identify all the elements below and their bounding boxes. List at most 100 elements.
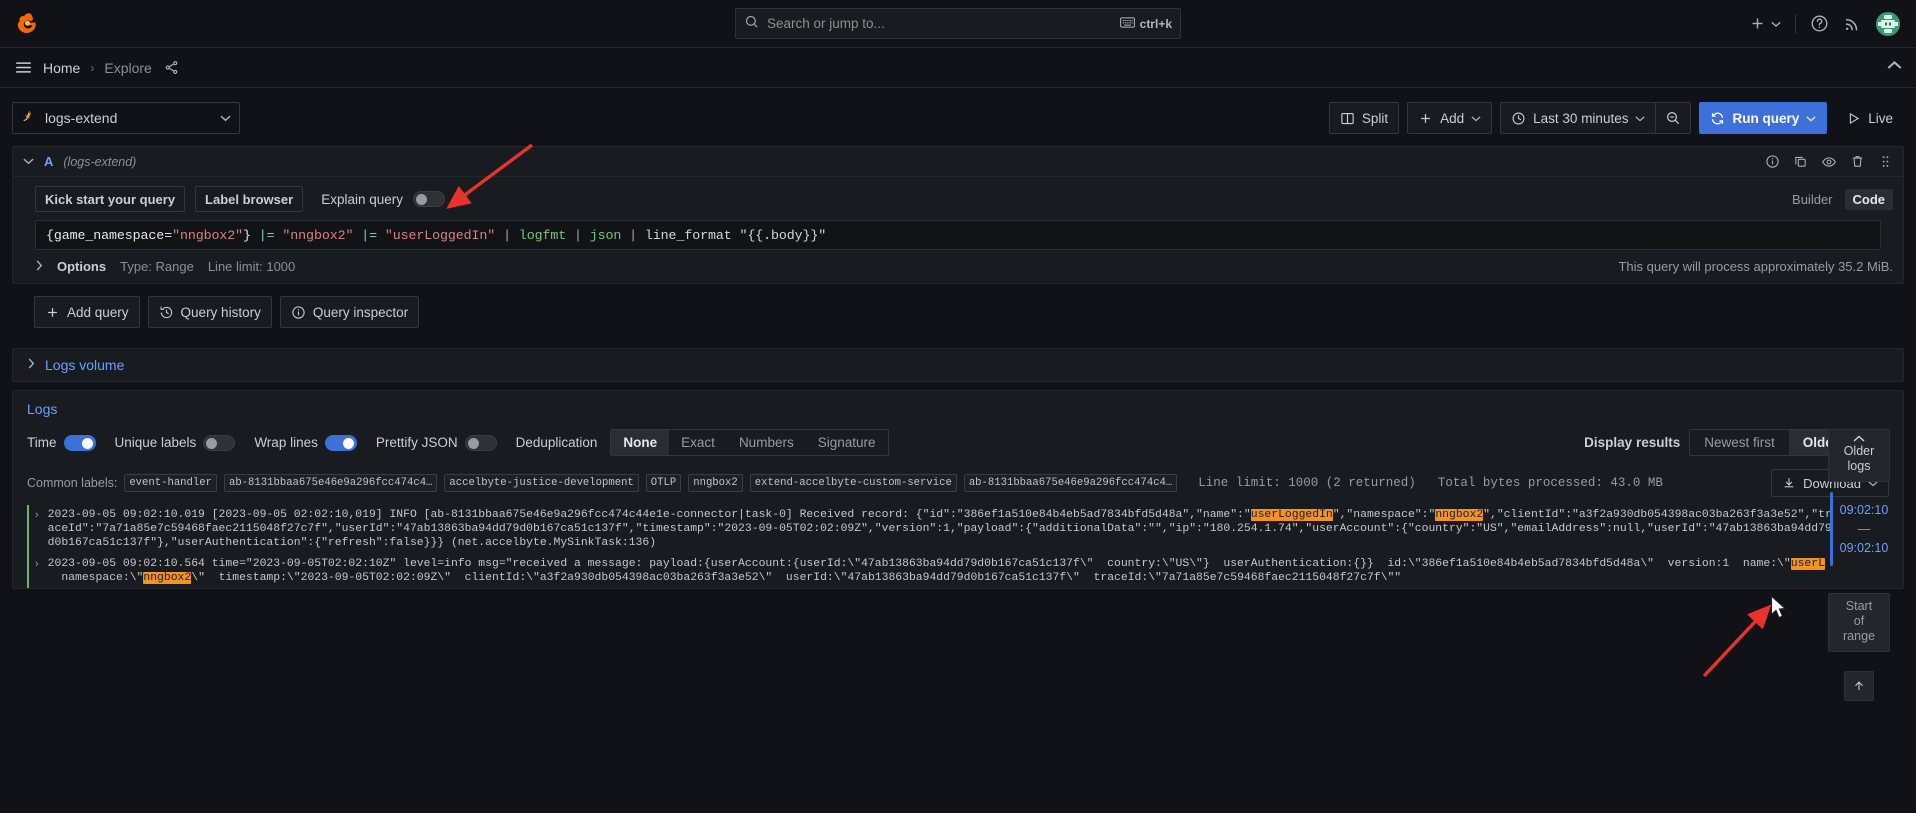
chevron-down-icon bbox=[1471, 115, 1481, 121]
logs-navigation-rail: Older logs 09:02:10 — 09:02:10 Start of ran… bbox=[1823, 429, 1895, 701]
options-label[interactable]: Options bbox=[57, 259, 106, 274]
mouse-cursor bbox=[1770, 595, 1787, 619]
unique-labels-toggle[interactable] bbox=[203, 434, 236, 451]
query-actions-row: Add query Query history Query inspector bbox=[12, 284, 1904, 342]
breadcrumb-item-home[interactable]: Home bbox=[43, 60, 80, 76]
add-label: Add bbox=[1440, 110, 1465, 126]
log-row-expand-chevron-right-icon[interactable]: › bbox=[29, 557, 42, 570]
grafana-logo-icon[interactable] bbox=[14, 9, 44, 39]
datasource-picker[interactable]: logs-extend bbox=[12, 102, 240, 134]
log-row[interactable]: › 2023-09-05 09:02:10.019 [2023-09-05 02:… bbox=[27, 505, 1893, 554]
query-expression-input[interactable]: {game_namespace="nngbox2"} |= "nngbox2" … bbox=[35, 220, 1881, 250]
range-start-time: 09:02:10 bbox=[1839, 502, 1889, 517]
prettify-json-toggle-group: Prettify JSON bbox=[376, 434, 497, 451]
log-text-segment: ","namespace":" bbox=[1332, 509, 1436, 521]
collapse-chevron-up-icon[interactable] bbox=[1887, 58, 1902, 78]
common-label-chip[interactable]: OTLP bbox=[645, 474, 682, 492]
logs-volume-chevron-right-icon[interactable] bbox=[27, 358, 35, 372]
common-label-chip[interactable]: event-handler bbox=[124, 474, 217, 492]
query-inspector-button[interactable]: Query inspector bbox=[279, 296, 420, 328]
rss-news-icon[interactable] bbox=[1843, 14, 1862, 33]
split-button[interactable]: Split bbox=[1328, 102, 1400, 134]
options-chevron-right-icon[interactable] bbox=[35, 259, 43, 274]
query-token: |= bbox=[250, 227, 283, 243]
time-toggle-label: Time bbox=[27, 435, 57, 450]
search-shortcut-hint: ctrl+k bbox=[1119, 16, 1172, 31]
kick-start-query-button[interactable]: Kick start your query bbox=[35, 186, 186, 212]
live-button[interactable]: Live bbox=[1835, 102, 1904, 134]
time-range-label: Last 30 minutes bbox=[1533, 110, 1629, 126]
info-circle-icon[interactable] bbox=[1765, 154, 1780, 169]
plus-icon bbox=[48, 307, 57, 317]
query-letter[interactable]: A bbox=[44, 154, 53, 169]
add-button[interactable]: Add bbox=[1407, 102, 1493, 134]
log-row[interactable]: › 2023-09-05 09:02:10.564 time="2023-09-0… bbox=[27, 553, 1893, 589]
logs-options-row: Time Unique labels Wrap lines Prettify J… bbox=[13, 421, 1903, 466]
common-label-chip[interactable]: ab-8131bbaa675e46e9a296fcc474c4… bbox=[223, 474, 438, 492]
user-avatar[interactable] bbox=[1876, 11, 1900, 36]
common-label-chip[interactable]: accelbyte-justice-development bbox=[444, 474, 639, 492]
query-tools-row: Kick start your query Label browser Expl… bbox=[13, 177, 1903, 220]
logs-volume-panel[interactable]: Logs volume bbox=[12, 348, 1904, 382]
deduplication-label: Deduplication bbox=[515, 435, 598, 450]
scroll-to-top-button[interactable] bbox=[1844, 671, 1874, 701]
add-query-label: Add query bbox=[67, 304, 129, 320]
query-token: "{{.body}}" bbox=[739, 227, 827, 243]
topbar-divider bbox=[1795, 13, 1796, 34]
label-browser-button[interactable]: Label browser bbox=[195, 186, 304, 212]
dedup-option-numbers[interactable]: Numbers bbox=[727, 430, 806, 455]
log-row-timestamp: 2023-09-05 09:02:10.019 bbox=[47, 509, 205, 521]
log-text-segment: namespace:\" bbox=[61, 571, 144, 584]
query-inspector-label: Query inspector bbox=[312, 304, 409, 320]
query-mode-switcher: Builder Code bbox=[1784, 188, 1893, 210]
log-row-expand-chevron-right-icon[interactable]: › bbox=[29, 508, 42, 521]
query-collapse-icon[interactable] bbox=[23, 156, 34, 168]
help-circle-icon[interactable] bbox=[1810, 14, 1829, 33]
run-query-button[interactable]: Run query bbox=[1699, 102, 1828, 134]
add-query-button[interactable]: Add query bbox=[34, 296, 140, 328]
time-range-picker[interactable]: Last 30 minutes bbox=[1500, 102, 1657, 134]
eye-disable-icon[interactable] bbox=[1821, 154, 1837, 170]
time-range-labels: 09:02:10 — 09:02:10 bbox=[1840, 501, 1889, 558]
range-end-time: 09:02:10 bbox=[1839, 540, 1889, 555]
prettify-json-toggle[interactable] bbox=[464, 434, 497, 451]
query-history-button[interactable]: Query history bbox=[147, 296, 272, 328]
breadcrumb-item-explore[interactable]: Explore bbox=[104, 60, 151, 76]
global-search-bar[interactable]: Search or jump to... ctrl+k bbox=[735, 8, 1181, 39]
trash-icon[interactable] bbox=[1850, 154, 1865, 169]
common-label-chip[interactable]: ab-8131bbaa675e46e9a296fcc474c4… bbox=[963, 474, 1178, 492]
share-nodes-icon[interactable] bbox=[164, 60, 179, 75]
hamburger-menu-icon[interactable] bbox=[14, 58, 33, 77]
zoom-out-button[interactable] bbox=[1656, 102, 1692, 134]
query-token: line_format bbox=[644, 227, 740, 243]
search-shortcut-label: ctrl+k bbox=[1139, 16, 1172, 31]
common-label-chip[interactable]: nngbox2 bbox=[688, 474, 743, 492]
new-item-button[interactable] bbox=[1749, 15, 1781, 32]
query-mode-code[interactable]: Code bbox=[1844, 188, 1893, 210]
query-token: "nngbox2" bbox=[172, 227, 243, 243]
keyboard-icon bbox=[1119, 16, 1135, 31]
sort-newest-first[interactable]: Newest first bbox=[1690, 430, 1789, 455]
explain-query-toggle[interactable] bbox=[413, 191, 445, 207]
wrap-lines-toggle[interactable] bbox=[324, 434, 357, 451]
query-token: json bbox=[589, 227, 622, 243]
dedup-option-none[interactable]: None bbox=[611, 430, 670, 455]
dedup-option-signature[interactable]: Signature bbox=[806, 430, 888, 455]
query-token: "userLoggedIn" bbox=[384, 227, 496, 243]
chevron-down-icon bbox=[1771, 21, 1781, 27]
older-logs-label: Older logs bbox=[1843, 444, 1875, 473]
query-history-label: Query history bbox=[180, 304, 261, 320]
dedup-option-exact[interactable]: Exact bbox=[669, 430, 727, 455]
query-token: logfmt bbox=[518, 227, 567, 243]
options-type: Type: Range bbox=[120, 259, 194, 274]
common-label-chip[interactable]: extend-accelbyte-custom-service bbox=[749, 474, 957, 492]
copy-icon[interactable] bbox=[1793, 154, 1808, 169]
older-logs-button[interactable]: Older logs bbox=[1828, 429, 1890, 482]
drag-handle-icon[interactable] bbox=[1878, 154, 1893, 169]
query-token: | bbox=[495, 227, 519, 243]
time-toggle[interactable] bbox=[63, 434, 96, 451]
clock-icon bbox=[1512, 112, 1525, 124]
query-mode-builder[interactable]: Builder bbox=[1784, 189, 1840, 210]
log-row-text: 2023-09-05 09:02:10.019 [2023-09-05 02:0… bbox=[48, 508, 1893, 551]
log-rows-container: › 2023-09-05 09:02:10.019 [2023-09-05 02:… bbox=[13, 505, 1903, 589]
